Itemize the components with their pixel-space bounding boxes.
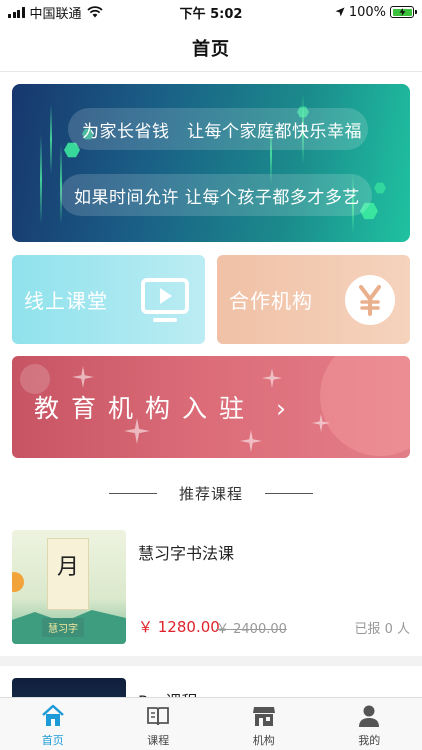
- course-title: 慧习字书法课: [138, 544, 235, 563]
- course-price: ￥ 1280.00: [138, 618, 220, 636]
- tab-courses[interactable]: 课程: [106, 698, 212, 750]
- course-list-item[interactable]: 月 慧习字 慧习字书法课 ￥ 1280.00 ￥ 2400.00 已报 0 人: [0, 528, 422, 646]
- signal-icon: [8, 6, 25, 18]
- thumbnail-character: 月: [56, 555, 79, 580]
- banner-decoration: [320, 356, 410, 456]
- play-screen-icon: [141, 278, 189, 322]
- status-right: 100%: [335, 4, 417, 20]
- join-banner-text: 教育机构入驻: [34, 394, 257, 423]
- banner-slogan-2-text: 如果时间允许 让每个孩子都多才多艺: [74, 187, 360, 208]
- course-original-price: ￥ 2400.00: [216, 622, 287, 637]
- page-title: 首页: [192, 38, 230, 60]
- section-title: 推荐课程: [178, 484, 243, 503]
- status-left: 中国联通: [8, 3, 103, 22]
- section-divider: [108, 492, 157, 494]
- course-list-item[interactable]: P... 课程: [0, 678, 422, 698]
- thumbnail-tag: 慧习字: [42, 618, 84, 637]
- banner-slogan-2: 如果时间允许 让每个孩子都多才多艺: [60, 174, 372, 216]
- sparkle-decoration: [262, 368, 282, 388]
- battery-fill: [392, 8, 412, 16]
- tab-courses-label: 课程: [147, 734, 170, 747]
- banner-light-line: [40, 134, 42, 224]
- location-arrow-icon: [335, 7, 345, 17]
- battery-percent: 100%: [348, 4, 386, 20]
- banner-hexagon: [374, 182, 386, 194]
- carrier-name: 中国联通: [29, 6, 82, 22]
- chevron-right-icon: ›: [275, 394, 286, 423]
- sparkle-decoration: [72, 366, 94, 388]
- tab-home-label: 首页: [41, 734, 64, 747]
- yen-coin-icon: [345, 275, 395, 325]
- course-thumbnail: 月 慧习字: [12, 530, 126, 644]
- thumbnail-decoration: [12, 572, 24, 592]
- promo-banner[interactable]: 为家长省钱 让每个家庭都快乐幸福 如果时间允许 让每个孩子都多才多艺: [12, 84, 410, 242]
- banner-slogan-1-text: 为家长省钱 让每个家庭都快乐幸福: [82, 121, 362, 142]
- tab-profile-label: 我的: [358, 734, 381, 747]
- status-bar: 中国联通 下午 5:02 100%: [0, 0, 422, 24]
- battery-icon: [390, 6, 417, 18]
- wifi-icon: [86, 6, 103, 18]
- join-banner-label: 教育机构入驻 ›: [12, 389, 286, 425]
- store-icon: [252, 707, 275, 726]
- book-icon: [147, 707, 170, 726]
- tab-institutions-label: 机构: [252, 734, 275, 747]
- online-classroom-label: 线上课堂: [24, 289, 108, 313]
- sparkle-decoration: [240, 430, 262, 452]
- institution-join-banner[interactable]: 教育机构入驻 ›: [12, 356, 410, 458]
- user-icon: [359, 705, 380, 727]
- course-enrolled-count: 已报 0 人: [354, 622, 410, 637]
- tab-profile[interactable]: 我的: [317, 698, 422, 750]
- partner-institution-card[interactable]: 合作机构: [217, 255, 410, 344]
- navigation-bar: 首页: [0, 24, 422, 72]
- thumbnail-calligraphy-card: 月: [47, 538, 89, 610]
- tab-home[interactable]: 首页: [0, 698, 106, 750]
- banner-light-line: [50, 104, 52, 174]
- partner-institution-label: 合作机构: [229, 289, 313, 313]
- tab-institutions[interactable]: 机构: [211, 698, 317, 750]
- banner-slogan-1: 为家长省钱 让每个家庭都快乐幸福: [68, 108, 368, 150]
- list-separator: [0, 656, 422, 666]
- section-divider: [265, 492, 313, 494]
- course-thumbnail: [12, 678, 126, 698]
- recommended-section-header: 推荐课程: [0, 480, 422, 506]
- online-classroom-card[interactable]: 线上课堂: [12, 255, 205, 344]
- bottom-tab-bar: 首页 课程 机构 我的: [0, 697, 422, 750]
- home-icon: [41, 704, 64, 726]
